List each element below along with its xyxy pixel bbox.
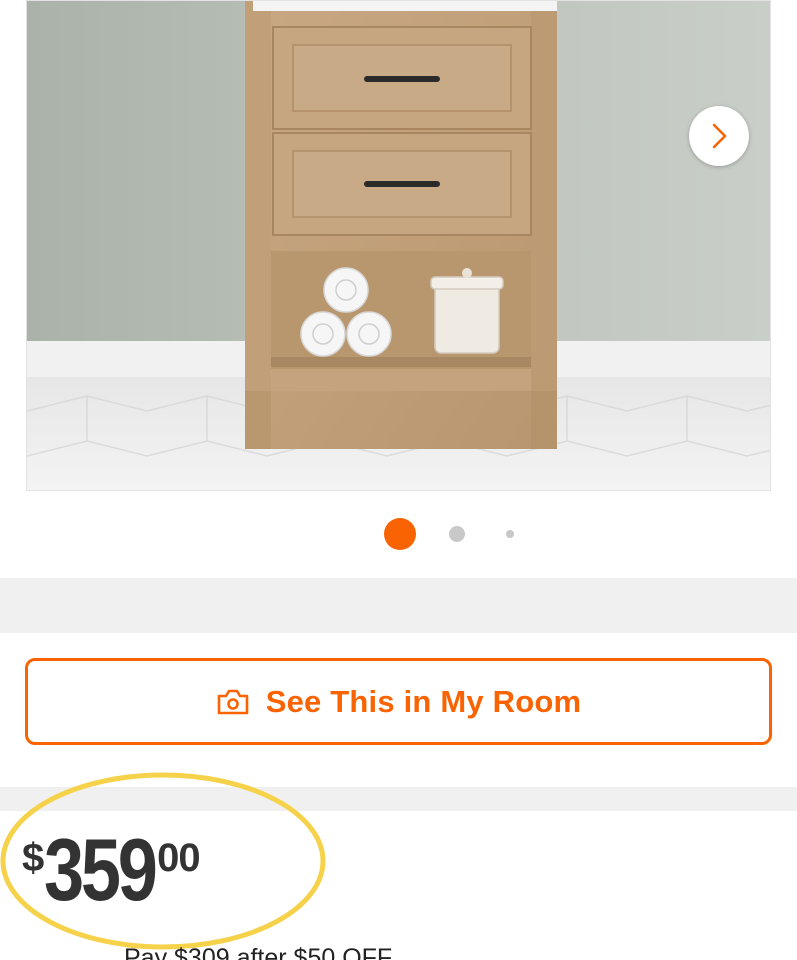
camera-icon <box>217 689 249 714</box>
price-currency: $ <box>22 836 45 880</box>
promo-text: Pay $309 after $50 OFF <box>124 944 393 960</box>
product-price: $35900 <box>22 820 201 919</box>
vanity-illustration <box>27 1 770 490</box>
price-cents: 00 <box>157 836 200 880</box>
next-image-button[interactable] <box>689 106 749 166</box>
carousel-dot[interactable] <box>449 526 465 542</box>
section-divider <box>0 578 797 633</box>
product-image[interactable] <box>26 0 771 491</box>
carousel-dot-active[interactable] <box>384 518 416 550</box>
section-divider <box>0 787 797 811</box>
see-in-my-room-label: See This in My Room <box>265 683 582 719</box>
price-dollars: 359 <box>44 820 158 919</box>
promo-clip: Pay $309 after $50 OFF <box>0 944 797 960</box>
carousel-dot[interactable] <box>506 530 514 538</box>
chevron-right-icon <box>712 123 727 149</box>
see-in-my-room-button[interactable]: See This in My Room <box>25 658 772 745</box>
